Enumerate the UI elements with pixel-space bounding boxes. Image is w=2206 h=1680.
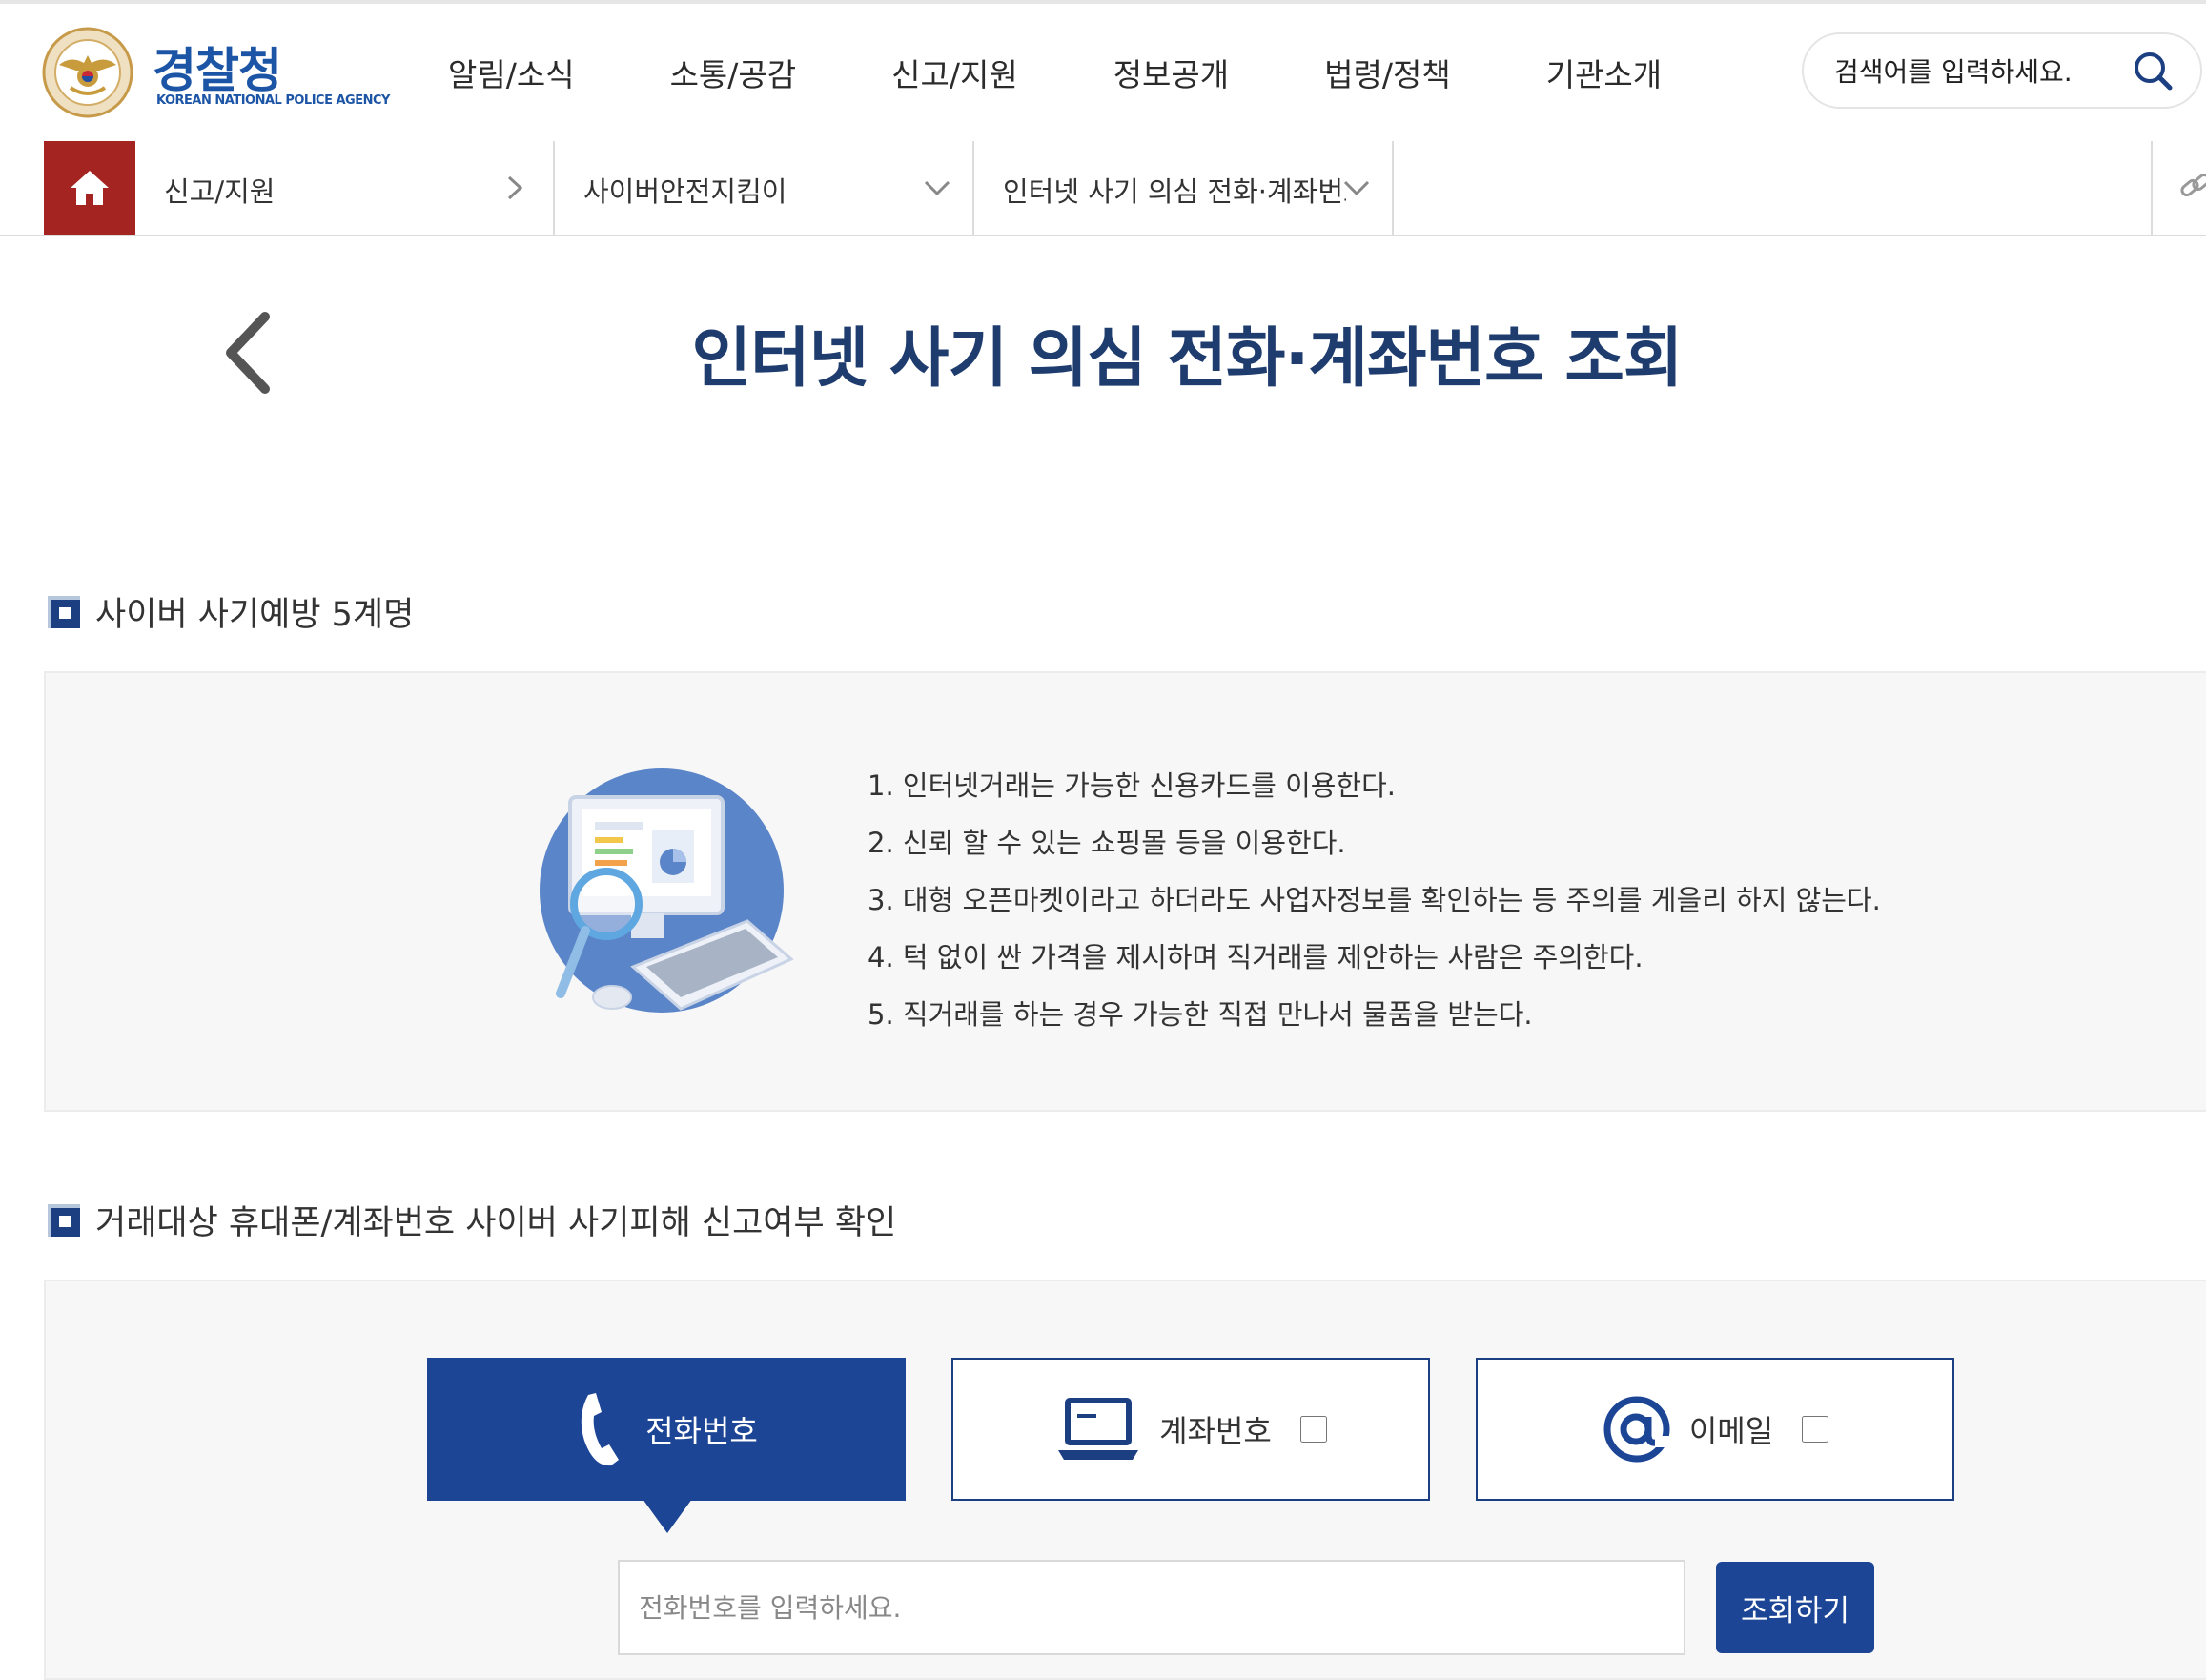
email-checkbox[interactable] (1802, 1416, 1829, 1443)
list-item: 2. 신뢰 할 수 있는 쇼핑몰 등을 이용한다. (868, 827, 1346, 859)
nav-item-law-policy[interactable]: 법령/정책 (1324, 50, 1451, 95)
police-emblem-icon (42, 27, 133, 118)
tab-label: 계좌번호 (1159, 1413, 1272, 1449)
list-item: 3. 대형 오픈마켓이라고 하더라도 사업자정보를 확인하는 등 주의를 게을리… (868, 884, 1881, 916)
list-item: 1. 인터넷거래는 가능한 신용카드를 이용한다. (868, 769, 1397, 802)
share-link-button[interactable] (2151, 141, 2206, 235)
chevron-down-icon (924, 180, 950, 196)
list-item: 5. 직거래를 하는 경우 가능한 직접 만나서 물품을 받는다. (868, 998, 1533, 1031)
chevron-down-icon (1343, 180, 1370, 196)
section-title: 사이버 사기예방 5계명 (95, 596, 415, 634)
nav-item-disclosure[interactable]: 정보공개 (1113, 50, 1229, 95)
lookup-box: 전화번호 계좌번호 이메일 조회하기 (44, 1280, 2206, 1680)
logo-title: 경찰청 (153, 43, 282, 98)
tab-account-number[interactable]: 계좌번호 (951, 1358, 1430, 1501)
laptop-icon (1058, 1398, 1139, 1460)
prevention-box: 1. 인터넷거래는 가능한 신용카드를 이용한다. 2. 신뢰 할 수 있는 쇼… (44, 671, 2206, 1112)
prevention-rules-list: 1. 인터넷거래는 가능한 신용카드를 이용한다. 2. 신뢰 할 수 있는 쇼… (868, 757, 1881, 1043)
breadcrumb: 신고/지원 사이버안전지킴이 인터넷 사기 의심 전화·계좌번호 조회 (0, 141, 2206, 236)
breadcrumb-label: 인터넷 사기 의심 전화·계좌번호 조회 (1003, 175, 1346, 208)
main-nav: 알림/소식 소통/공감 신고/지원 정보공개 법령/정책 기관소개 (448, 50, 1757, 95)
active-tab-pointer (643, 1499, 692, 1533)
computer-magnifier-illustration-icon (540, 768, 794, 1013)
home-icon (71, 171, 109, 205)
logo-subtitle: KOREAN NATIONAL POLICE AGENCY (156, 93, 390, 108)
site-header: 경찰청 KOREAN NATIONAL POLICE AGENCY 알림/소식 … (0, 4, 2206, 143)
tab-label: 이메일 (1688, 1413, 1774, 1449)
bullet-square-icon (48, 595, 80, 628)
tab-phone-number[interactable]: 전화번호 (427, 1358, 906, 1501)
bullet-square-icon (48, 1203, 80, 1237)
breadcrumb-item-report[interactable]: 신고/지원 (135, 141, 555, 235)
breadcrumb-label: 사이버안전지킴이 (583, 175, 787, 208)
site-logo[interactable]: 경찰청 KOREAN NATIONAL POLICE AGENCY (42, 27, 390, 122)
tab-email[interactable]: 이메일 (1476, 1358, 1954, 1501)
nav-item-report[interactable]: 신고/지원 (891, 50, 1018, 95)
breadcrumb-label: 신고/지원 (164, 175, 276, 208)
section-heading-prevention: 사이버 사기예방 5계명 (48, 587, 414, 636)
home-button[interactable] (44, 141, 135, 235)
search-box (1802, 32, 2202, 109)
page-title: 인터넷 사기 의심 전화·계좌번호 조회 (691, 321, 1684, 397)
lookup-submit-button[interactable]: 조회하기 (1716, 1562, 1874, 1653)
section-heading-lookup: 거래대상 휴대폰/계좌번호 사이버 사기피해 신고여부 확인 (48, 1196, 896, 1244)
section-title: 거래대상 휴대폰/계좌번호 사이버 사기피해 신고여부 확인 (95, 1204, 897, 1242)
nav-item-about[interactable]: 기관소개 (1546, 50, 1662, 95)
at-icon (1603, 1396, 1672, 1463)
search-input[interactable] (1832, 50, 2122, 93)
search-icon[interactable] (2130, 48, 2177, 95)
account-number-checkbox[interactable] (1299, 1416, 1327, 1443)
list-item: 4. 턱 없이 싼 가격을 제시하며 직거래를 제안하는 사람은 주의한다. (868, 941, 1644, 973)
phone-number-input[interactable] (618, 1560, 1685, 1655)
link-icon (2180, 173, 2206, 197)
nav-item-communication[interactable]: 소통/공감 (670, 50, 797, 95)
phone-icon (581, 1393, 620, 1466)
chevron-right-icon (507, 175, 523, 200)
breadcrumb-item-current-page[interactable]: 인터넷 사기 의심 전화·계좌번호 조회 (974, 141, 1394, 235)
nav-item-notice[interactable]: 알림/소식 (448, 50, 575, 95)
tab-label: 전화번호 (645, 1413, 758, 1449)
breadcrumb-item-cyber-safety[interactable]: 사이버안전지킴이 (555, 141, 974, 235)
